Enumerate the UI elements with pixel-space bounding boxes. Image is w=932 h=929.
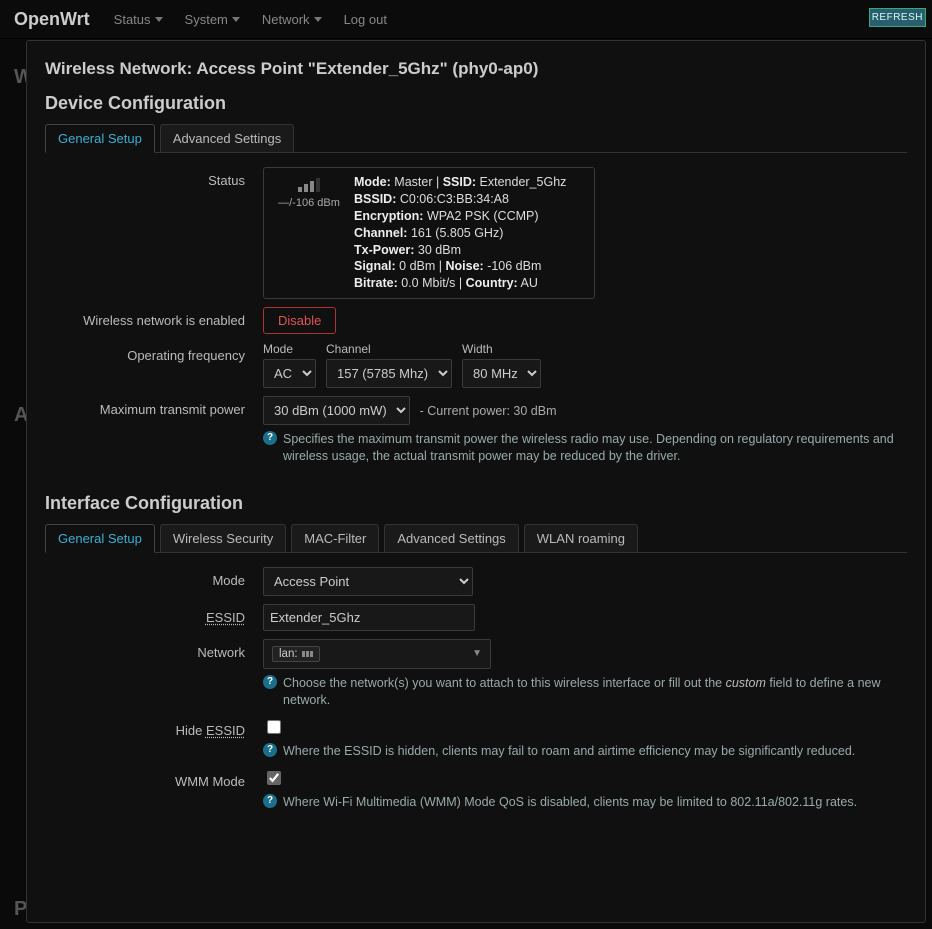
essid-input[interactable]	[263, 604, 475, 631]
signal-bars-icon	[297, 178, 321, 195]
txpower-hint: Specifies the maximum transmit power the…	[283, 431, 907, 465]
essid-label: ESSID	[45, 604, 263, 625]
freq-mode-select[interactable]: AC	[263, 359, 316, 388]
iface-mode-label: Mode	[45, 567, 263, 588]
info-icon: ?	[263, 431, 277, 445]
status-label: Status	[45, 167, 263, 188]
enabled-label: Wireless network is enabled	[45, 307, 263, 328]
hide-essid-checkbox[interactable]	[267, 720, 281, 734]
iface-mode-select[interactable]: Access Point	[263, 567, 473, 596]
tab-iface-security[interactable]: Wireless Security	[160, 524, 286, 552]
interface-tabs: General Setup Wireless Security MAC-Filt…	[45, 524, 907, 553]
signal-quality-text: —/-106 dBm	[278, 197, 340, 209]
info-icon: ?	[263, 794, 277, 808]
wireless-config-modal: Wireless Network: Access Point "Extender…	[26, 40, 926, 923]
ports-icon	[302, 651, 313, 657]
network-chip-lan: lan:	[272, 646, 320, 662]
wmm-label: WMM Mode	[45, 768, 263, 789]
network-dropdown[interactable]: lan: ▼	[263, 639, 491, 669]
txpower-current: - Current power: 30 dBm	[420, 404, 557, 418]
txpower-label: Maximum transmit power	[45, 396, 263, 417]
refresh-button[interactable]: REFRESH	[869, 8, 926, 27]
chevron-down-icon	[314, 17, 322, 22]
modal-title: Wireless Network: Access Point "Extender…	[45, 59, 907, 79]
chevron-down-icon	[232, 17, 240, 22]
tab-general-setup[interactable]: General Setup	[45, 124, 155, 153]
hide-essid-hint: Where the ESSID is hidden, clients may f…	[283, 743, 855, 760]
hide-essid-label: Hide ESSID	[45, 717, 263, 738]
wmm-hint: Where Wi-Fi Multimedia (WMM) Mode QoS is…	[283, 794, 857, 811]
top-nav-bar: OpenWrt Status System Network Log out RE…	[0, 0, 932, 39]
status-details: Mode: Master | SSID: Extender_5Ghz BSSID…	[354, 174, 566, 292]
network-hint: Choose the network(s) you want to attach…	[283, 675, 907, 709]
status-box: —/-106 dBm Mode: Master | SSID: Extender…	[263, 167, 595, 299]
tab-iface-general[interactable]: General Setup	[45, 524, 155, 553]
network-label: Network	[45, 639, 263, 660]
chevron-down-icon	[155, 17, 163, 22]
tab-iface-macfilter[interactable]: MAC-Filter	[291, 524, 379, 552]
tab-advanced-settings[interactable]: Advanced Settings	[160, 124, 294, 152]
wmm-checkbox[interactable]	[267, 771, 281, 785]
disable-button[interactable]: Disable	[263, 307, 336, 334]
nav-system[interactable]: System	[185, 12, 240, 27]
info-icon: ?	[263, 675, 277, 689]
brand-logo[interactable]: OpenWrt	[14, 9, 90, 30]
tab-iface-roaming[interactable]: WLAN roaming	[524, 524, 638, 552]
freq-width-select[interactable]: 80 MHz	[462, 359, 541, 388]
tab-iface-advanced[interactable]: Advanced Settings	[384, 524, 518, 552]
txpower-select[interactable]: 30 dBm (1000 mW)	[263, 396, 410, 425]
device-tabs: General Setup Advanced Settings	[45, 124, 907, 153]
nav-network[interactable]: Network	[262, 12, 322, 27]
interface-config-heading: Interface Configuration	[45, 493, 907, 514]
nav-status[interactable]: Status	[114, 12, 163, 27]
chevron-down-icon: ▼	[472, 648, 482, 659]
nav-logout[interactable]: Log out	[344, 12, 387, 27]
freq-channel-select[interactable]: 157 (5785 Mhz)	[326, 359, 452, 388]
device-config-heading: Device Configuration	[45, 93, 907, 114]
info-icon: ?	[263, 743, 277, 757]
operating-frequency-label: Operating frequency	[45, 342, 263, 363]
